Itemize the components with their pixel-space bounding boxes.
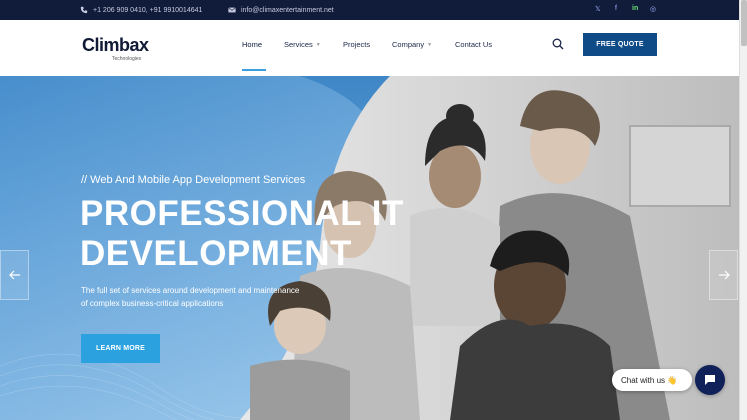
- logo-tagline: Technologies: [112, 56, 142, 62]
- chat-button[interactable]: [695, 365, 725, 395]
- hero-subtitle: // Web And Mobile App Development Servic…: [81, 174, 306, 186]
- hero-banner: // Web And Mobile App Development Servic…: [0, 76, 739, 420]
- twitter-icon[interactable]: 𝕏: [595, 5, 601, 13]
- nav-item-projects[interactable]: Projects: [343, 40, 370, 49]
- slider-next-button[interactable]: [709, 250, 738, 300]
- phone-icon: [80, 6, 88, 14]
- desc-line-1: The full set of services around developm…: [81, 286, 300, 295]
- email-text: info@climaxentertainment.net: [241, 6, 334, 14]
- phone-contact[interactable]: +1 206 909 0410, +91 9910014641: [80, 6, 202, 14]
- site-header: Climbax Technologies Home Services ▼ Proj…: [0, 20, 739, 76]
- slider-prev-button[interactable]: [0, 250, 29, 300]
- learn-more-button[interactable]: LEARN MORE: [81, 334, 160, 363]
- nav-item-contact[interactable]: Contact Us: [455, 40, 492, 49]
- phone-text: +1 206 909 0410, +91 9910014641: [93, 6, 203, 14]
- chat-label[interactable]: Chat with us 👋: [612, 369, 692, 391]
- instagram-icon[interactable]: ◎: [650, 5, 656, 13]
- mail-icon: [228, 7, 236, 13]
- hero-headline: PROFESSIONAL IT DEVELOPMENT: [80, 194, 404, 274]
- facebook-icon[interactable]: f: [615, 5, 617, 12]
- chevron-down-icon: ▼: [315, 42, 321, 49]
- logo[interactable]: Climbax Technologies: [82, 35, 162, 63]
- chat-bubble-icon: [705, 375, 715, 385]
- arrow-right-icon: [718, 270, 730, 280]
- logo-text: Climbax: [82, 35, 149, 55]
- top-bar: +1 206 909 0410, +91 9910014641 info@cli…: [0, 0, 739, 20]
- email-contact[interactable]: info@climaxentertainment.net: [228, 6, 334, 14]
- headline-line-1: PROFESSIONAL IT: [80, 194, 404, 233]
- hero-description: The full set of services around developm…: [81, 284, 341, 310]
- linkedin-icon[interactable]: in: [632, 5, 638, 12]
- page-scrollbar[interactable]: [739, 0, 747, 420]
- free-quote-button[interactable]: FREE QUOTE: [583, 33, 657, 56]
- search-icon[interactable]: [552, 38, 564, 50]
- active-nav-indicator: [242, 69, 266, 71]
- arrow-left-icon: [8, 270, 20, 280]
- nav-item-company[interactable]: Company ▼: [392, 40, 432, 49]
- headline-line-2: DEVELOPMENT: [80, 234, 352, 273]
- nav-item-services[interactable]: Services ▼: [284, 40, 321, 49]
- nav-item-home[interactable]: Home: [242, 40, 262, 49]
- chevron-down-icon: ▼: [427, 42, 433, 49]
- scrollbar-thumb[interactable]: [741, 0, 747, 46]
- desc-line-2: of complex business-critical application…: [81, 299, 224, 308]
